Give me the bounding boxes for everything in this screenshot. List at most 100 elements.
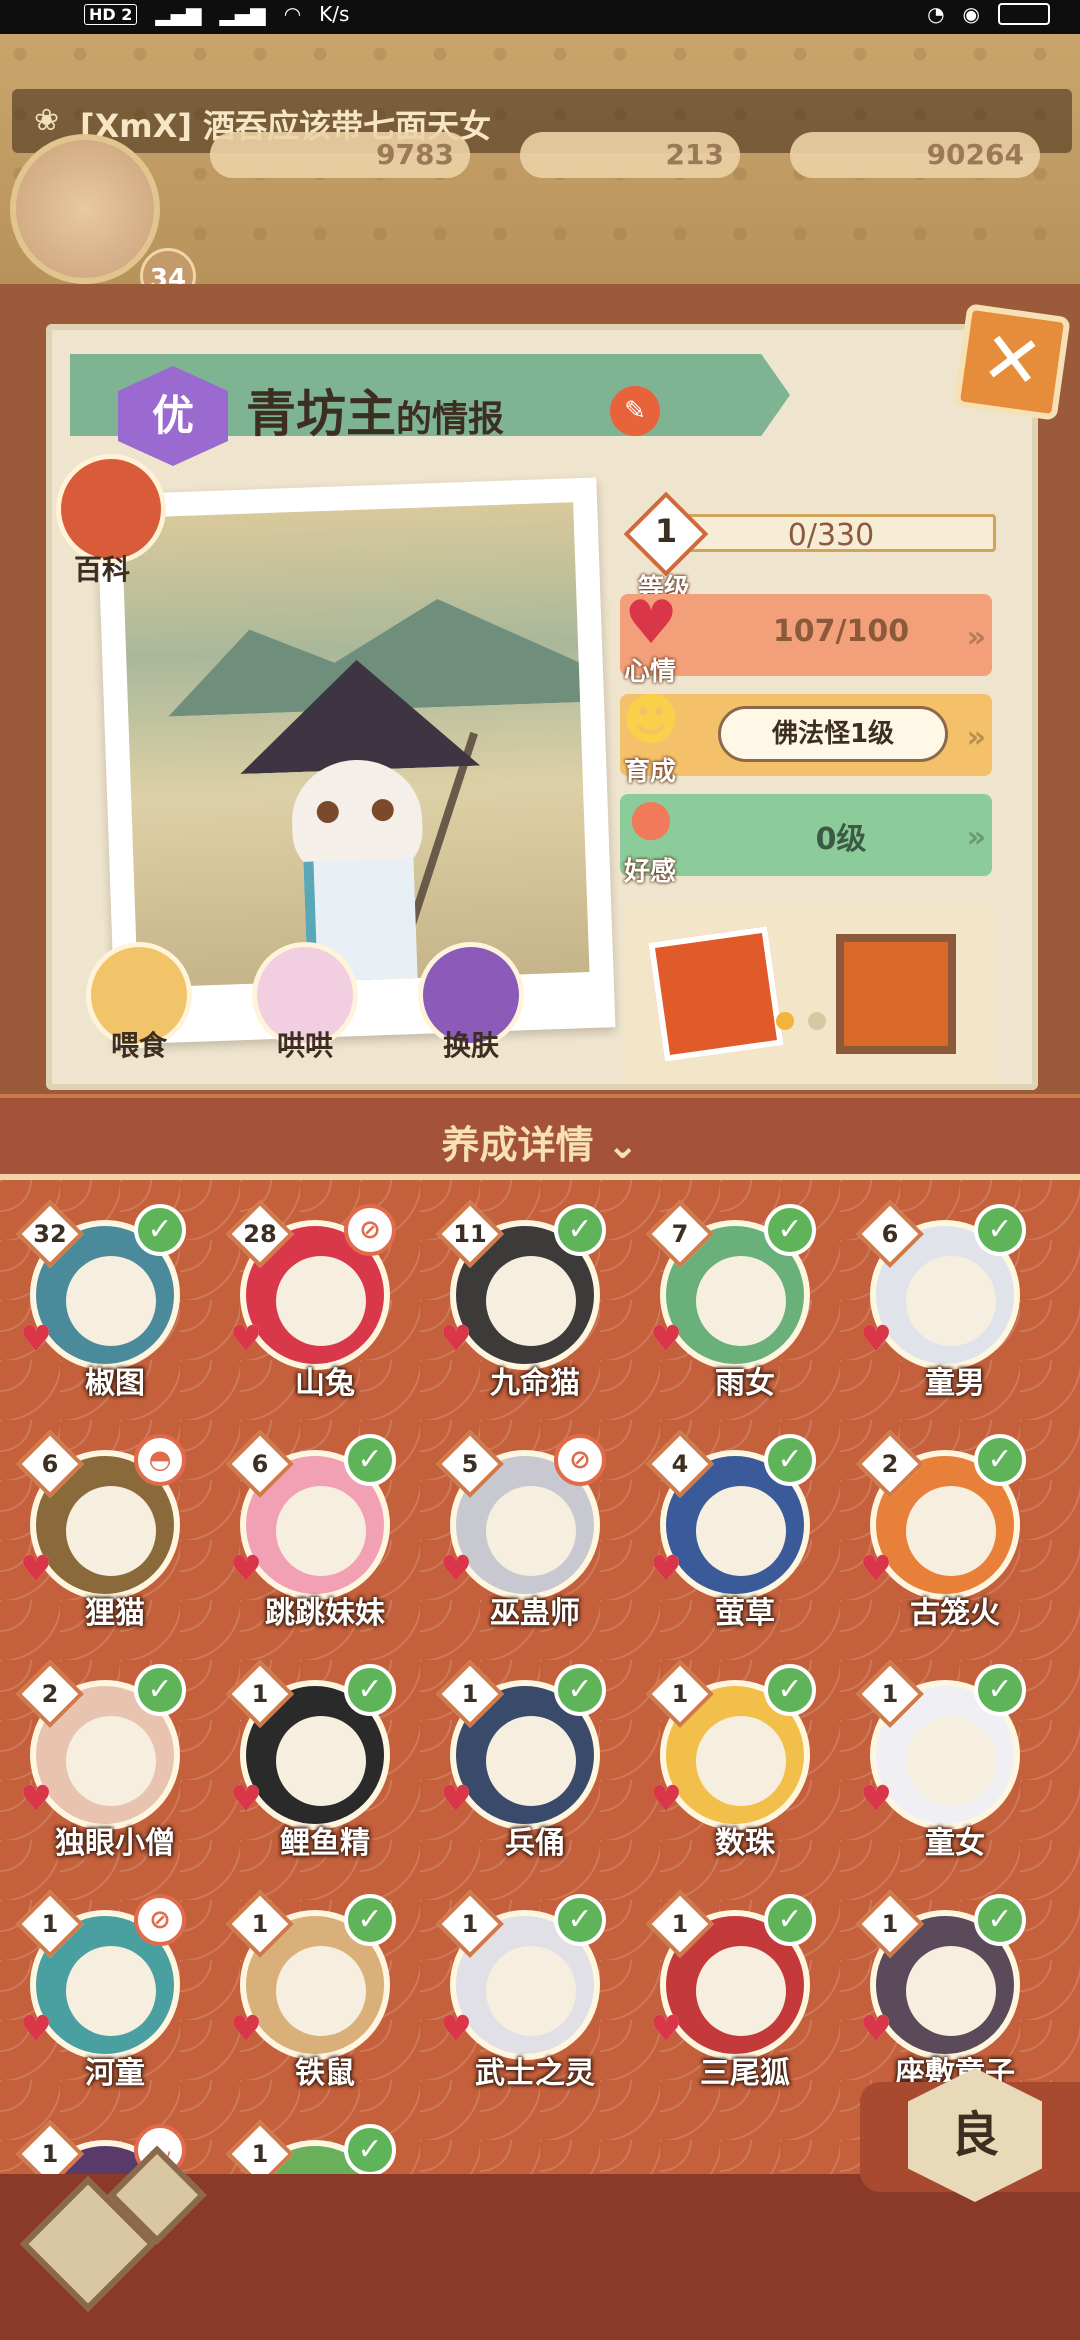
shikigami-name: 独眼小僧 <box>55 1826 175 1861</box>
shikigami-cell[interactable]: 6 ◓ ♥ 狸猫 <box>10 1430 190 1631</box>
level-value: 1 <box>881 1680 899 1708</box>
check-icon: ✓ <box>554 1664 606 1716</box>
shikigami-cell[interactable]: 1 ✓ ♥ 三尾狐 <box>640 1890 820 2091</box>
location-icon: ◉ <box>962 2 980 26</box>
level-value: 6 <box>251 1450 269 1478</box>
portrait-face <box>276 1486 366 1576</box>
close-button[interactable]: ✕ <box>953 303 1071 421</box>
shikigami-cell[interactable]: 1 ✓ ♥ 铁鼠 <box>220 1890 400 2091</box>
level-value: 2 <box>41 1680 59 1708</box>
portrait-face <box>276 1716 366 1806</box>
skin-label: 换肤 <box>442 1029 499 1062</box>
level-value: 5 <box>461 1450 479 1478</box>
favor-row[interactable]: ● 好感 0级 » <box>620 788 992 887</box>
shikigami-name: 兵俑 <box>505 1826 565 1861</box>
level-value: 2 <box>881 1450 899 1478</box>
growth-label: 育成 <box>624 757 677 787</box>
shikigami-title: 青坊主的情报 <box>246 374 504 446</box>
shikigami-cell[interactable]: 5 ⊘ ♥ 巫蛊师 <box>430 1430 610 1631</box>
mystery-reward-card-1[interactable] <box>648 926 784 1062</box>
shikigami-cell[interactable]: 4 ✓ ♥ 萤草 <box>640 1430 820 1631</box>
shikigami-name: 童男 <box>925 1366 985 1401</box>
player-avatar[interactable] <box>10 134 160 284</box>
shikigami-cell[interactable]: 7 ✓ ♥ 雨女 <box>640 1200 820 1401</box>
shikigami-name: 跳跳妹妹 <box>265 1596 385 1631</box>
details-title: 养成详情 <box>441 1123 594 1167</box>
level-value: 28 <box>243 1220 277 1248</box>
stat-value-3: 90264 <box>926 138 1024 171</box>
level-value: 1 <box>41 2140 59 2168</box>
shikigami-name: 鲤鱼精 <box>280 1826 370 1861</box>
shikigami-cell[interactable]: 1 ✓ ♥ 童女 <box>850 1660 1030 1861</box>
portrait-face <box>906 1256 996 1346</box>
stat-pill-1: 9783 <box>210 132 470 178</box>
shikigami-cell[interactable]: 1 ✓ ♥ 鲤鱼精 <box>220 1660 400 1861</box>
heart-icon: ♥ <box>859 1549 893 1590</box>
mystery-reward-card-2[interactable] <box>836 934 956 1054</box>
mood-row[interactable]: ♥ 心情 107/100 » <box>620 588 992 687</box>
level-value: 1 <box>671 1680 689 1708</box>
stat-value-2: 213 <box>665 138 724 171</box>
details-toggle[interactable]: 养成详情 ⌄ <box>0 1094 1080 1174</box>
shikigami-cell[interactable]: 1 ✓ ♥ 兵俑 <box>430 1660 610 1861</box>
level-value: 6 <box>41 1450 59 1478</box>
heart-icon: ♥ <box>649 2009 683 2050</box>
shikigami-cell[interactable]: 1 ✓ ♥ 座敷童子 <box>850 1890 1030 2091</box>
portrait-face <box>276 1256 366 1346</box>
check-icon: ✓ <box>974 1434 1026 1486</box>
shikigami-cell[interactable]: 2 ✓ ♥ 独眼小僧 <box>10 1660 190 1861</box>
coax-label: 哄哄 <box>276 1029 333 1062</box>
edit-name-button[interactable]: ✎ <box>610 386 660 436</box>
check-icon: ✓ <box>554 1894 606 1946</box>
shikigami-cell[interactable]: 1 ⊘ ♥ 河童 <box>10 1890 190 2091</box>
level-number: 1 <box>654 512 678 550</box>
level-value: 1 <box>461 1910 479 1938</box>
favor-value: 0级 <box>815 822 867 857</box>
portrait-face <box>696 1946 786 2036</box>
heart-icon: ♥ <box>19 1549 53 1590</box>
check-icon: ✓ <box>764 1664 816 1716</box>
shikigami-cell[interactable]: 28 ⊘ ♥ 山兔 <box>220 1200 400 1401</box>
feed-label: 喂食 <box>110 1029 167 1062</box>
portrait-face <box>486 1256 576 1346</box>
shikigami-cell[interactable]: 2 ✓ ♥ 古笼火 <box>850 1430 1030 1631</box>
level-value: 7 <box>671 1220 689 1248</box>
portrait-face <box>906 1716 996 1806</box>
portrait-face <box>486 1486 576 1576</box>
stat-value-1: 9783 <box>376 138 454 171</box>
shikigami-cell[interactable]: 1 ✓ ♥ 武士之灵 <box>430 1890 610 2091</box>
shikigami-name: 雨女 <box>715 1366 775 1401</box>
level-value: 1 <box>461 1680 479 1708</box>
shikigami-name: 童女 <box>925 1826 985 1861</box>
growth-row[interactable]: ☻ 育成 佛法怪1级 » <box>620 688 992 787</box>
shikigami-cell[interactable]: 1✓♥ <box>220 2120 400 2174</box>
title-suffix: 的情报 <box>396 398 505 440</box>
level-value: 4 <box>671 1450 689 1478</box>
shikigami-name: 椒图 <box>85 1366 145 1401</box>
check-icon: ✓ <box>974 1204 1026 1256</box>
shikigami-name: 古笼火 <box>910 1596 1000 1631</box>
shikigami-cell[interactable]: 32 ✓ ♥ 椒图 <box>10 1200 190 1401</box>
shikigami-cell[interactable]: 6 ✓ ♥ 童男 <box>850 1200 1030 1401</box>
level-value: 6 <box>881 1220 899 1248</box>
check-icon: ✓ <box>344 2124 396 2174</box>
check-icon: ✓ <box>344 1894 396 1946</box>
mood-label: 心情 <box>624 657 677 687</box>
growth-value: 佛法怪1级 <box>718 706 948 762</box>
page-dot-active <box>776 1012 794 1030</box>
portrait-face <box>66 1486 156 1576</box>
shikigami-cell[interactable]: 1 ✓ ♥ 数珠 <box>640 1660 820 1861</box>
shikigami-cell[interactable]: 11 ✓ ♥ 九命猫 <box>430 1200 610 1401</box>
heart-icon: ♥ <box>859 1779 893 1820</box>
shikigami-name: 河童 <box>85 2056 145 2091</box>
chevron-down-icon: ⌄ <box>606 1123 639 1167</box>
chevron-right-icon: » <box>966 820 986 855</box>
network-badge: HD 2 <box>84 3 138 25</box>
shikigami-name: 山兔 <box>295 1366 355 1401</box>
heart-icon: ♥ <box>229 2009 263 2050</box>
player-header: ❀ [XmX] 酒吞应该带七面天女 34 9783 213 90264 <box>0 34 1080 284</box>
busy-status-icon: ⊘ <box>344 1204 396 1256</box>
stat-pill-3: 90264 <box>790 132 1040 178</box>
busy-status-icon: ⊘ <box>554 1434 606 1486</box>
shikigami-cell[interactable]: 6 ✓ ♥ 跳跳妹妹 <box>220 1430 400 1631</box>
